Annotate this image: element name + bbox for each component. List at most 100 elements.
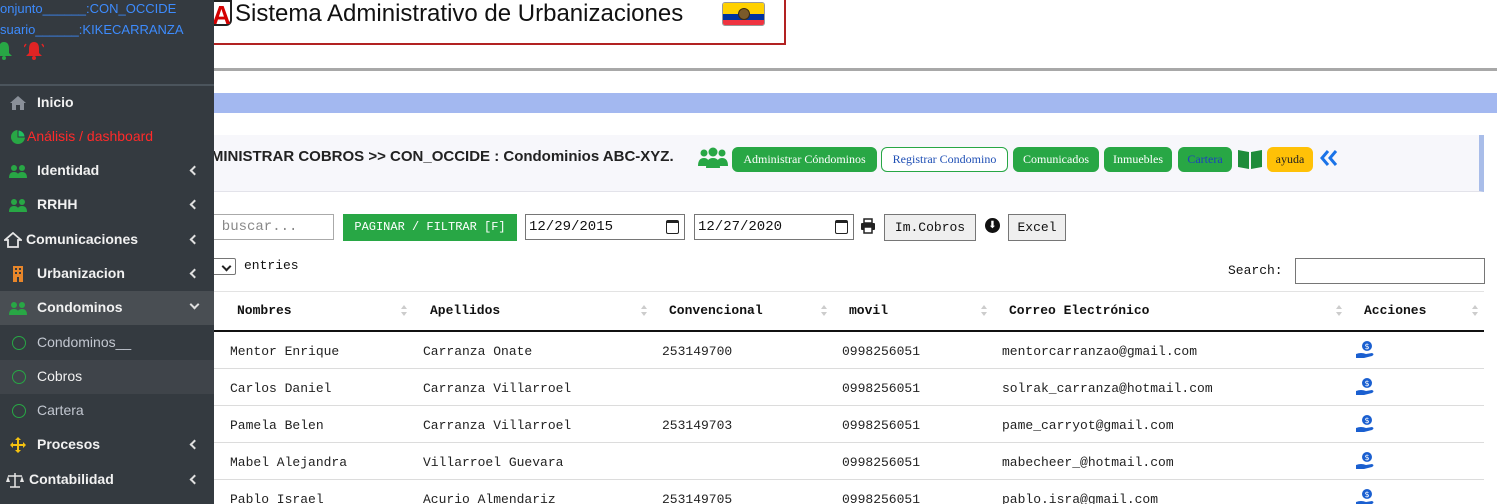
page: A Sistema Administrativo de Urbanizacion… — [0, 0, 1497, 504]
svg-text:$: $ — [1364, 342, 1369, 351]
cell-apellidos: Carranza Villarroel — [423, 418, 572, 433]
imprimir-cobros-button[interactable]: Im.Cobros — [884, 214, 976, 241]
circle-icon — [12, 404, 26, 418]
double-chevron-left-icon[interactable] — [1319, 148, 1339, 168]
building-icon — [13, 266, 23, 282]
circle-icon — [12, 336, 26, 350]
sidebar-item-identidad[interactable]: Identidad — [0, 154, 214, 188]
book-icon[interactable] — [1237, 148, 1263, 170]
users-icon — [9, 199, 27, 212]
sort-icon[interactable] — [1472, 305, 1479, 317]
sort-icon[interactable] — [981, 305, 988, 317]
sidebar-item-label: Inicio — [37, 94, 74, 110]
chevron-left-icon — [189, 474, 200, 485]
home-icon — [10, 96, 26, 110]
column-header-movil[interactable]: movil — [849, 303, 888, 318]
calendar-icon[interactable] — [666, 220, 679, 234]
excel-button[interactable]: Excel — [1008, 214, 1066, 241]
cell-apellidos: Acurio Almendariz — [423, 492, 556, 504]
conjunto-info: onjunto______:CON_OCCIDE — [0, 1, 177, 16]
bell-icon[interactable] — [0, 40, 14, 60]
app-title: Sistema Administrativo de Urbanizaciones — [235, 0, 684, 27]
search-text-input[interactable]: a buscar... — [200, 214, 334, 240]
cell-correo: mentorcarranzao@gmail.com — [1002, 344, 1198, 359]
cobro-hand-icon[interactable]: $ — [1355, 414, 1377, 434]
sidebar-item-cobros[interactable]: Cobros — [0, 360, 214, 394]
cell-apellidos: Carranza Villarroel — [423, 381, 572, 396]
sort-icon[interactable] — [821, 305, 828, 317]
table-search-input[interactable] — [1295, 258, 1485, 284]
date-from-input[interactable]: 12/29/2015 — [525, 214, 685, 240]
svg-text:$: $ — [1364, 379, 1369, 388]
cell-correo: pame_carryot@gmail.com — [1002, 418, 1174, 433]
comunicados-button[interactable]: Comunicados — [1013, 147, 1099, 172]
table-top-border — [214, 291, 1484, 292]
cobro-hand-icon[interactable]: $ — [1355, 340, 1377, 360]
cell-apellidos: Villarroel Guevara — [423, 455, 564, 470]
table-row: Pablo Israel Acurio Almendariz 253149705… — [214, 480, 1484, 504]
arrows-icon — [10, 437, 26, 453]
circle-icon — [12, 370, 26, 384]
sidebar: onjunto______:CON_OCCIDE suario______:KI… — [0, 0, 214, 504]
table-row: Pamela Belen Carranza Villarroel 2531497… — [214, 406, 1484, 443]
paginar-filtrar-button[interactable]: PAGINAR / FILTRAR [F] — [343, 214, 517, 241]
table-row: Carlos Daniel Carranza Villarroel 099825… — [214, 369, 1484, 406]
sidebar-item-analisis-dashboard[interactable]: Análisis / dashboard — [0, 120, 214, 154]
column-header-acciones[interactable]: Acciones — [1364, 303, 1426, 318]
download-icon[interactable]: ⬇ — [985, 218, 1000, 233]
column-header-convencional[interactable]: Convencional — [669, 303, 763, 318]
administrar-condominos-button[interactable]: Administrar Cóndominos — [732, 147, 877, 172]
calendar-icon[interactable] — [835, 220, 848, 234]
sidebar-item-urbanizacion[interactable]: Urbanizacion — [0, 257, 214, 291]
alarm-bell-icon[interactable] — [24, 40, 44, 60]
logo-letter: A — [212, 0, 231, 30]
chevron-down-icon — [189, 299, 200, 310]
cell-nombres: Pamela Belen — [230, 418, 324, 433]
column-header-nombres[interactable]: Nombres — [237, 303, 292, 318]
users-icon — [9, 302, 27, 315]
chevron-left-icon — [189, 199, 200, 210]
inmuebles-button[interactable]: Inmuebles — [1104, 147, 1172, 172]
chevron-left-icon — [189, 165, 200, 176]
svg-text:$: $ — [1364, 490, 1369, 499]
sidebar-item-cartera[interactable]: Cartera — [0, 394, 214, 428]
sort-icon[interactable] — [1336, 305, 1343, 317]
cobro-hand-icon[interactable]: $ — [1355, 377, 1377, 397]
sort-icon[interactable] — [641, 305, 648, 317]
cobro-hand-icon[interactable]: $ — [1355, 451, 1377, 471]
cell-nombres: Mentor Enrique — [230, 344, 340, 359]
sidebar-item-condominos[interactable]: Condominos — [0, 291, 214, 325]
sidebar-item-label: Condominos__ — [37, 334, 132, 350]
cell-nombres: Carlos Daniel — [230, 381, 332, 396]
table-row: Mentor Enrique Carranza Onate 253149700 … — [214, 332, 1484, 369]
cell-movil: 0998256051 — [842, 455, 921, 470]
cell-convencional: 253149703 — [662, 418, 733, 433]
cell-movil: 0998256051 — [842, 492, 921, 504]
usuario-info: suario______:KIKECARRANZA — [0, 22, 184, 37]
sort-icon[interactable] — [401, 305, 408, 317]
cell-nombres: Mabel Alejandra — [230, 455, 348, 470]
sidebar-item-condominos-sub[interactable]: Condominos__ — [0, 326, 214, 360]
date-to-input[interactable]: 12/27/2020 — [694, 214, 854, 240]
sidebar-item-rrhh[interactable]: RRHH — [0, 188, 214, 222]
sidebar-item-inicio[interactable]: Inicio — [0, 86, 214, 120]
cell-convencional: 253149700 — [662, 344, 733, 359]
cell-nombres: Pablo Israel — [230, 492, 324, 504]
column-header-correo[interactable]: Correo Electrónico — [1009, 303, 1149, 318]
ayuda-button[interactable]: ayuda — [1267, 147, 1313, 172]
sidebar-item-procesos[interactable]: Procesos — [0, 428, 214, 462]
sidebar-item-contabilidad[interactable]: Contabilidad — [0, 463, 214, 497]
users-icon — [698, 147, 728, 168]
cell-movil: 0998256051 — [842, 381, 921, 396]
sidebar-item-comunicaciones[interactable]: Comunicaciones — [0, 223, 214, 257]
printer-icon[interactable] — [860, 218, 876, 234]
sidebar-item-label: Condominos — [37, 299, 123, 315]
registrar-condomino-button[interactable]: Registrar Condomino — [881, 147, 1008, 172]
sidebar-item-label: Procesos — [37, 436, 101, 452]
cartera-button[interactable]: Cartera — [1178, 147, 1232, 172]
cobro-hand-icon[interactable]: $ — [1355, 488, 1377, 504]
date-from-value: 12/29/2015 — [529, 219, 614, 235]
sidebar-item-label: Contabilidad — [29, 471, 114, 487]
cell-movil: 0998256051 — [842, 418, 921, 433]
column-header-apellidos[interactable]: Apellidos — [430, 303, 500, 318]
